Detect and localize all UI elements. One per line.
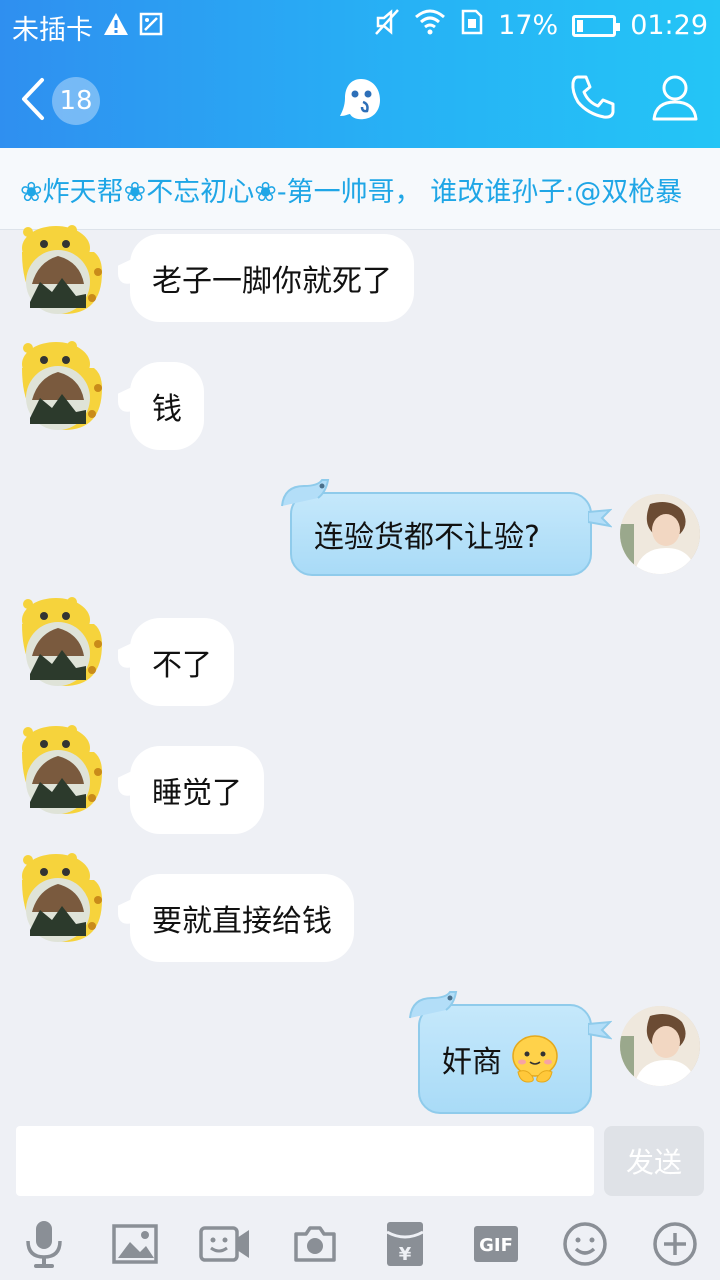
screenshot-icon — [139, 12, 163, 43]
battery-percent: 17% — [498, 10, 559, 41]
message-row: 奸商 — [0, 991, 720, 1120]
back-chevron-icon — [18, 76, 48, 126]
send-button[interactable]: 发送 — [604, 1126, 704, 1196]
giraffe-avatar[interactable] — [18, 338, 108, 438]
message-row: 老子一脚你就死了 — [0, 225, 720, 330]
announcement-text: ❀炸天帮❀不忘初心❀-第一帅哥， 谁改谁孙子:@双枪暴 — [20, 177, 683, 208]
vibrate-off-icon — [374, 8, 400, 43]
camera-icon[interactable] — [287, 1216, 343, 1272]
my-avatar[interactable] — [620, 494, 700, 574]
status-bar: 未插卡 17% 01:29 — [0, 0, 720, 50]
battery-level — [577, 19, 584, 32]
message-row: 钱 — [0, 341, 720, 450]
svg-text:¥: ¥ — [399, 1244, 412, 1265]
my-avatar[interactable] — [620, 1006, 700, 1086]
header: 未插卡 17% 01:29 18 — [0, 0, 720, 148]
group-announcement[interactable]: ❀炸天帮❀不忘初心❀-第一帅哥， 谁改谁孙子:@双枪暴 — [0, 148, 720, 230]
qq-ghost-icon[interactable] — [338, 76, 384, 126]
chat-area[interactable]: 老子一脚你就死了 钱 连验货都不让验? 不了 睡觉了 要就直接给钱 奸商 — [0, 225, 720, 1120]
message-bubble[interactable]: 老子一脚你就死了 — [130, 234, 414, 322]
microphone-icon[interactable] — [16, 1216, 72, 1272]
message-text: 睡觉了 — [152, 776, 242, 811]
input-bar: 发送 — [0, 1120, 720, 1206]
user-icon[interactable] — [650, 72, 700, 126]
emoji-icon[interactable] — [557, 1216, 613, 1272]
gif-label: GIF — [479, 1235, 513, 1256]
gif-icon[interactable]: GIF — [468, 1216, 524, 1272]
warning-icon — [103, 12, 129, 43]
back-button[interactable]: 18 — [18, 76, 100, 126]
message-text: 不了 — [152, 648, 212, 683]
bubble-whale-decoration — [278, 478, 338, 512]
red-packet-icon[interactable]: ¥ — [377, 1216, 433, 1272]
bubble-whale-decoration — [406, 990, 466, 1024]
message-bubble[interactable]: 要就直接给钱 — [130, 874, 354, 962]
message-bubble[interactable]: 睡觉了 — [130, 746, 264, 834]
unread-badge: 18 — [52, 77, 100, 125]
carrier-label: 未插卡 — [12, 15, 93, 46]
title-bar: 18 — [0, 50, 720, 148]
smiling-emoji — [508, 1032, 562, 1086]
message-row: 不了 — [0, 597, 720, 706]
message-text: 奸商 — [442, 1045, 502, 1080]
phone-icon[interactable] — [568, 72, 618, 126]
sim-icon — [460, 9, 484, 42]
giraffe-avatar[interactable] — [18, 594, 108, 694]
clock: 01:29 — [630, 10, 708, 41]
message-row: 睡觉了 — [0, 725, 720, 834]
giraffe-avatar[interactable] — [18, 850, 108, 950]
message-row: 要就直接给钱 — [0, 853, 720, 962]
bubble-tail-decoration — [587, 508, 613, 532]
message-text: 钱 — [152, 392, 182, 427]
video-call-icon[interactable] — [197, 1216, 253, 1272]
message-row: 连验货都不让验? — [0, 479, 720, 586]
message-bubble[interactable]: 钱 — [130, 362, 204, 450]
input-toolbar: ¥ GIF — [0, 1206, 720, 1280]
giraffe-avatar[interactable] — [18, 722, 108, 822]
giraffe-avatar[interactable] — [18, 222, 108, 322]
message-text: 连验货都不让验? — [314, 520, 540, 555]
battery-icon — [572, 14, 621, 37]
image-icon[interactable] — [107, 1216, 163, 1272]
message-text: 老子一脚你就死了 — [152, 264, 392, 299]
message-input[interactable] — [16, 1126, 594, 1196]
plus-icon[interactable] — [647, 1216, 703, 1272]
wifi-icon — [414, 9, 446, 42]
message-bubble[interactable]: 不了 — [130, 618, 234, 706]
message-text: 要就直接给钱 — [152, 904, 332, 939]
bubble-tail-decoration — [587, 1020, 613, 1044]
